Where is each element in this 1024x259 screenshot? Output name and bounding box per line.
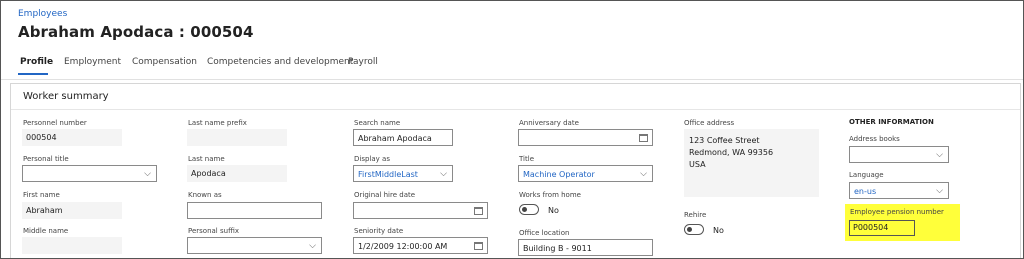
address-books-select[interactable]: ⌵	[849, 146, 949, 163]
title-label: Title	[519, 155, 535, 163]
pension-number-label: Employee pension number	[850, 208, 944, 216]
rehire-value: No	[713, 226, 724, 235]
anniversary-date-label: Anniversary date	[519, 119, 579, 127]
chevron-down-icon: ⌵	[640, 169, 647, 179]
middle-name-field	[22, 237, 122, 254]
seniority-date-value: 1/2/2009 12:00:00 AM	[358, 242, 448, 251]
toggle-knob	[687, 227, 692, 232]
tab-profile[interactable]: Profile	[20, 57, 53, 67]
toggle-knob	[522, 207, 527, 212]
middle-name-label: Middle name	[23, 227, 69, 235]
display-as-select[interactable]: FirstMiddleLast ⌵	[353, 165, 453, 182]
works-from-home-value: No	[548, 206, 559, 215]
section-divider	[11, 109, 1020, 110]
original-hire-date-label: Original hire date	[354, 191, 416, 199]
tab-competencies[interactable]: Competencies and development	[207, 57, 353, 67]
known-as-label: Known as	[188, 191, 222, 199]
language-select[interactable]: en-us ⌵	[849, 182, 949, 199]
seniority-date-input[interactable]: 1/2/2009 12:00:00 AM	[353, 237, 488, 254]
last-name-prefix-label: Last name prefix	[188, 119, 247, 127]
search-name-label: Search name	[354, 119, 401, 127]
chevron-down-icon: ⌵	[309, 241, 316, 251]
search-name-input[interactable]: Abraham Apodaca	[353, 129, 453, 146]
app-frame: Employees Abraham Apodaca : 000504 Profi…	[0, 0, 1024, 259]
chevron-down-icon: ⌵	[936, 186, 943, 196]
language-label: Language	[849, 171, 884, 179]
address-line-3: USA	[689, 160, 706, 169]
personal-title-select[interactable]: ⌵	[22, 165, 157, 182]
display-as-value: FirstMiddleLast	[358, 170, 418, 179]
works-from-home-label: Works from home	[519, 191, 581, 199]
breadcrumb-employees[interactable]: Employees	[18, 9, 67, 19]
language-value: en-us	[854, 187, 877, 196]
calendar-icon[interactable]	[474, 207, 483, 215]
office-address-block: 123 Coffee Street Redmond, WA 99356 USA	[684, 129, 819, 197]
title-select[interactable]: Machine Operator ⌵	[518, 165, 653, 182]
title-value: Machine Operator	[523, 170, 595, 179]
rehire-toggle[interactable]	[684, 224, 704, 235]
personnel-number-field: 000504	[22, 129, 122, 146]
chevron-down-icon: ⌵	[144, 169, 151, 179]
personal-suffix-select[interactable]: ⌵	[187, 237, 322, 254]
tab-compensation[interactable]: Compensation	[132, 57, 197, 67]
tab-employment[interactable]: Employment	[64, 57, 121, 67]
last-name-prefix-field	[187, 129, 287, 146]
address-books-label: Address books	[849, 135, 900, 143]
personnel-number-label: Personnel number	[23, 119, 87, 127]
calendar-icon[interactable]	[639, 134, 648, 142]
address-line-1: 123 Coffee Street	[689, 136, 760, 145]
personal-suffix-label: Personal suffix	[188, 227, 239, 235]
first-name-field: Abraham	[22, 202, 122, 219]
last-name-field: Apodaca	[187, 165, 287, 182]
seniority-date-label: Seniority date	[354, 227, 404, 235]
page-title: Abraham Apodaca : 000504	[18, 23, 254, 41]
display-as-label: Display as	[354, 155, 390, 163]
known-as-input[interactable]	[187, 202, 322, 219]
personal-title-label: Personal title	[23, 155, 69, 163]
works-from-home-toggle[interactable]	[519, 204, 539, 215]
address-line-2: Redmond, WA 99356	[689, 148, 774, 157]
calendar-icon[interactable]	[474, 242, 483, 250]
rehire-label: Rehire	[684, 211, 707, 219]
other-information-heading: OTHER INFORMATION	[849, 118, 934, 126]
anniversary-date-input[interactable]	[518, 129, 653, 146]
office-address-label: Office address	[684, 119, 735, 127]
office-location-label: Office location	[519, 229, 570, 237]
tab-payroll[interactable]: Payroll	[348, 57, 378, 67]
section-title[interactable]: Worker summary	[23, 91, 109, 102]
tab-divider	[1, 79, 1023, 80]
original-hire-date-input[interactable]	[353, 202, 488, 219]
active-tab-indicator	[18, 73, 48, 75]
last-name-label: Last name	[188, 155, 225, 163]
pension-number-input[interactable]: P000504	[849, 220, 915, 236]
first-name-label: First name	[23, 191, 60, 199]
chevron-down-icon: ⌵	[936, 150, 943, 160]
chevron-down-icon: ⌵	[440, 169, 447, 179]
office-location-select[interactable]: Building B - 9011	[518, 239, 653, 256]
